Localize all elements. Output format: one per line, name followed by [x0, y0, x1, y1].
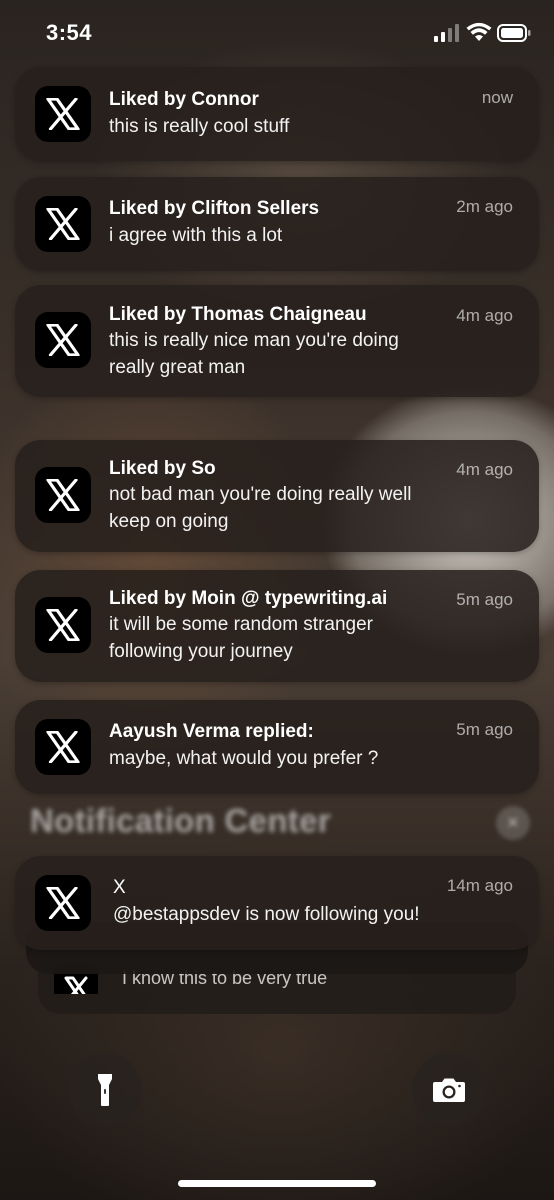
x-logo-icon: [35, 467, 91, 523]
notification-body: this is really cool stuff: [109, 116, 290, 137]
notification-new-follower[interactable]: X @bestappsdev is now following you! 14m…: [15, 856, 539, 950]
notification-liked-moin[interactable]: Liked by Moin @ typewriting.ai it will b…: [15, 570, 539, 682]
notification-title: Liked by Moin @ typewriting.ai: [109, 588, 388, 609]
notification-time: 2m ago: [456, 197, 513, 216]
x-logo-icon: [35, 196, 91, 252]
cellular-signal-icon: [434, 24, 459, 42]
notification-title: Liked by Connor: [109, 89, 259, 110]
clear-notifications-button[interactable]: ×: [496, 806, 530, 840]
notification-reply-aayush[interactable]: Aayush Verma replied: maybe, what would …: [15, 700, 539, 794]
wifi-icon: [466, 22, 492, 41]
camera-icon: [433, 1078, 465, 1102]
home-indicator[interactable]: [178, 1180, 376, 1187]
notification-body: i agree with this a lot: [109, 225, 283, 246]
notification-body-line-2: keep on going: [109, 511, 229, 532]
x-logo-icon: [35, 875, 91, 931]
notification-title: Liked by Thomas Chaigneau: [109, 304, 367, 325]
notification-center-header: Notification Center: [30, 802, 331, 839]
notification-liked-clifton[interactable]: Liked by Clifton Sellers i agree with th…: [15, 177, 539, 271]
x-logo-icon: [35, 312, 91, 368]
x-logo-icon: [35, 719, 91, 775]
notification-time: now: [481, 88, 513, 107]
notification-time: 14m ago: [446, 876, 513, 895]
notification-liked-thomas[interactable]: Liked by Thomas Chaigneau this is really…: [15, 285, 539, 397]
notification-time: 4m ago: [456, 460, 513, 479]
notification-title: Aayush Verma replied:: [109, 721, 314, 742]
battery-icon: [497, 24, 531, 42]
notification-time: 5m ago: [456, 590, 513, 609]
notification-body: @bestappsdev is now following you!: [113, 904, 420, 925]
notification-title: X: [113, 877, 126, 898]
flashlight-button[interactable]: [68, 1053, 142, 1127]
notification-body: maybe, what would you prefer ?: [109, 748, 379, 769]
notification-time: 5m ago: [456, 720, 513, 739]
x-logo-icon: [35, 86, 91, 142]
camera-button[interactable]: [412, 1053, 486, 1127]
notification-liked-so[interactable]: Liked by So not bad man you're doing rea…: [15, 440, 539, 552]
close-icon: ×: [507, 811, 519, 834]
notification-body-line-1: it will be some random stranger: [109, 614, 373, 635]
status-time: 3:54: [46, 20, 93, 45]
notification-title: Liked by So: [109, 458, 216, 479]
notification-title: Liked by Clifton Sellers: [109, 198, 320, 219]
notification-liked-connor[interactable]: Liked by Connor this is really cool stuf…: [15, 67, 539, 161]
status-bar: 3:54: [0, 0, 554, 70]
notification-time: 4m ago: [456, 306, 513, 325]
notification-body-line-2: following your journey: [109, 641, 293, 662]
notification-body-line-2: really great man: [109, 357, 246, 378]
notification-body-line-1: this is really nice man you're doing: [109, 330, 399, 351]
notification-body-line-1: not bad man you're doing really well: [109, 484, 412, 505]
x-logo-icon: [35, 597, 91, 653]
flashlight-icon: [98, 1074, 112, 1106]
